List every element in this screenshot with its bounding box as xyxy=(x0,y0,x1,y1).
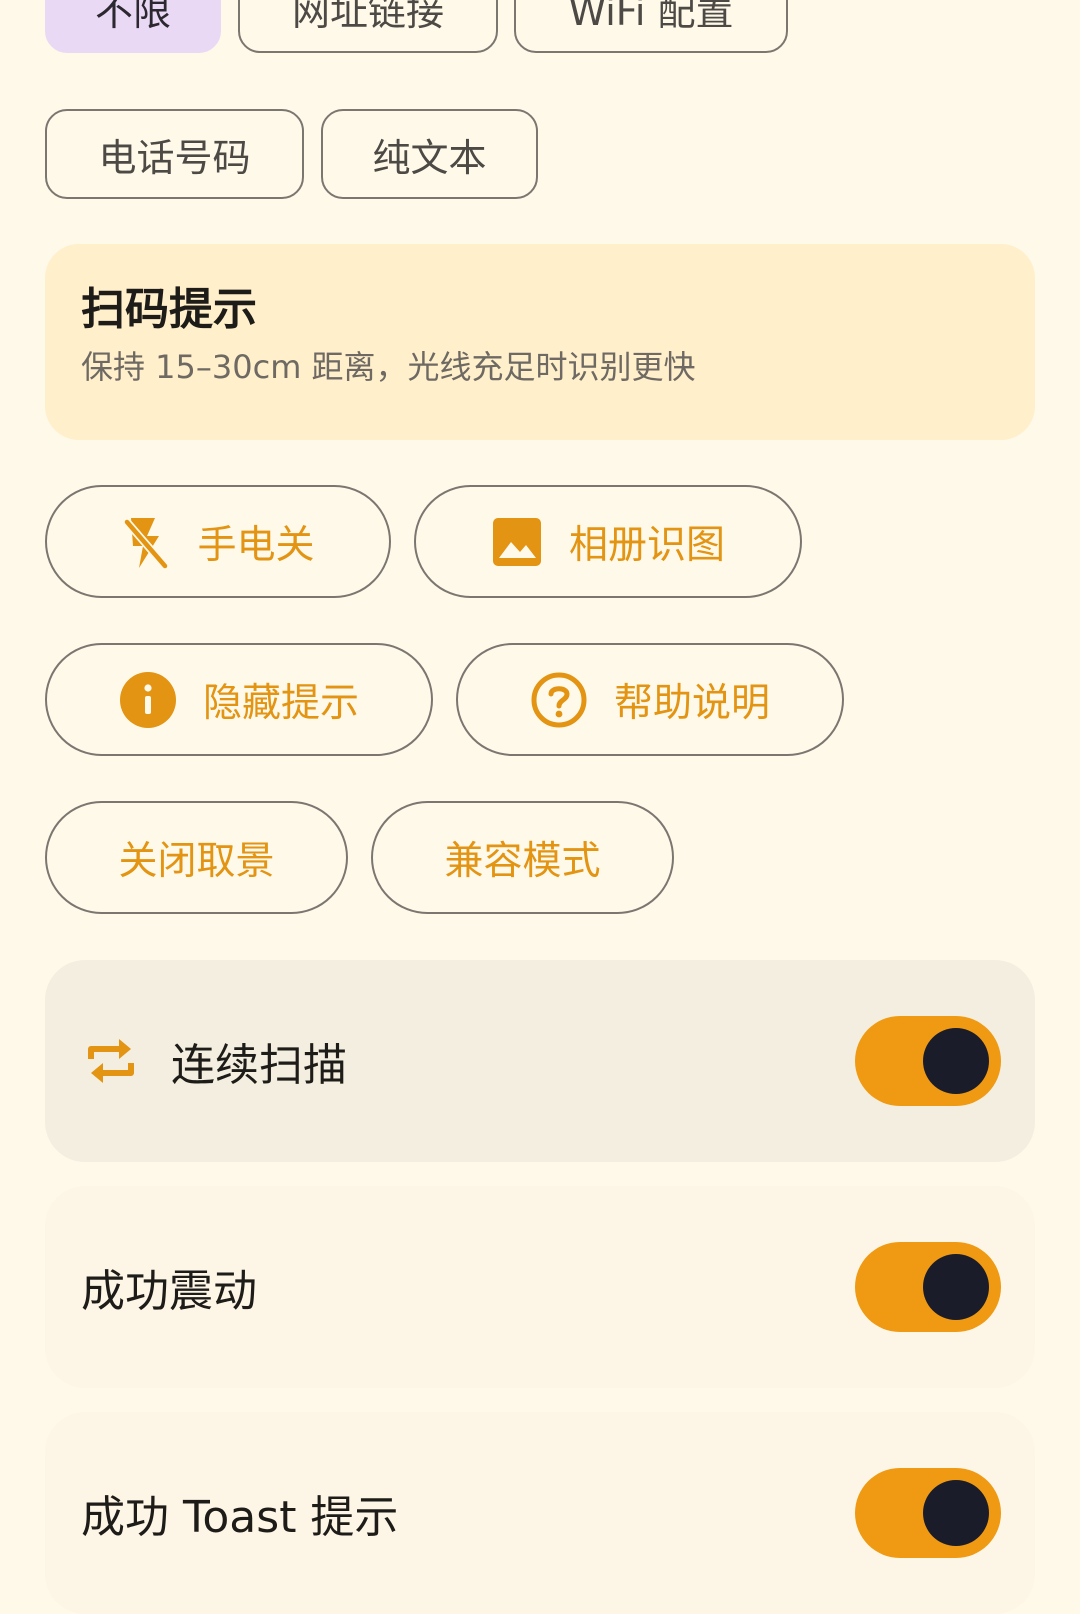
toggle-knob xyxy=(923,1480,989,1546)
success-vibration-toggle[interactable] xyxy=(855,1242,1001,1332)
compat-mode-button[interactable]: 兼容模式 xyxy=(371,801,674,914)
setting-continuous-scan[interactable]: 连续扫描 xyxy=(45,960,1035,1162)
success-toast-toggle[interactable] xyxy=(855,1468,1001,1558)
help-button[interactable]: 帮助说明 xyxy=(456,643,844,756)
chip-text-label: 纯文本 xyxy=(372,135,487,180)
chip-unlimited[interactable]: 不限 xyxy=(45,0,221,53)
close-viewfinder-button[interactable]: 关闭取景 xyxy=(45,801,348,914)
setting-success-toast[interactable]: 成功 Toast 提示 xyxy=(45,1412,1035,1614)
toggle-knob xyxy=(923,1028,989,1094)
info-icon xyxy=(119,671,177,729)
setting-success-vibration[interactable]: 成功震动 xyxy=(45,1186,1035,1388)
chip-wifi[interactable]: WiFi 配置 xyxy=(514,0,788,53)
help-label: 帮助说明 xyxy=(613,680,770,726)
continuous-scan-toggle[interactable] xyxy=(855,1016,1001,1106)
album-button[interactable]: 相册识图 xyxy=(414,485,802,598)
success-toast-label: 成功 Toast 提示 xyxy=(81,1492,399,1543)
scan-tip-subtitle: 保持 15–30cm 距离，光线充足时识别更快 xyxy=(81,348,696,387)
scan-tip-title: 扫码提示 xyxy=(81,284,257,335)
chip-phone[interactable]: 电话号码 xyxy=(45,109,304,199)
toggle-knob xyxy=(923,1254,989,1320)
scan-tip-card: 扫码提示 保持 15–30cm 距离，光线充足时识别更快 xyxy=(45,244,1035,440)
album-label: 相册识图 xyxy=(568,522,725,568)
repeat-icon xyxy=(85,1033,137,1089)
flashlight-off-icon xyxy=(121,514,171,570)
chip-unlimited-label: 不限 xyxy=(94,0,171,34)
continuous-scan-label: 连续扫描 xyxy=(171,1040,347,1091)
hide-tip-label: 隐藏提示 xyxy=(202,680,359,726)
chip-url-label: 网址链接 xyxy=(291,0,444,34)
chip-phone-label: 电话号码 xyxy=(98,135,251,180)
help-icon xyxy=(530,671,588,729)
image-icon xyxy=(491,516,543,568)
flashlight-label: 手电关 xyxy=(197,522,315,568)
compat-mode-label: 兼容模式 xyxy=(444,838,601,884)
chip-url[interactable]: 网址链接 xyxy=(238,0,498,53)
hide-tip-button[interactable]: 隐藏提示 xyxy=(45,643,433,756)
success-vibration-label: 成功震动 xyxy=(81,1266,257,1317)
flashlight-button[interactable]: 手电关 xyxy=(45,485,391,598)
chip-wifi-label: WiFi 配置 xyxy=(568,0,734,34)
close-viewfinder-label: 关闭取景 xyxy=(118,838,275,884)
chip-text[interactable]: 纯文本 xyxy=(321,109,538,199)
